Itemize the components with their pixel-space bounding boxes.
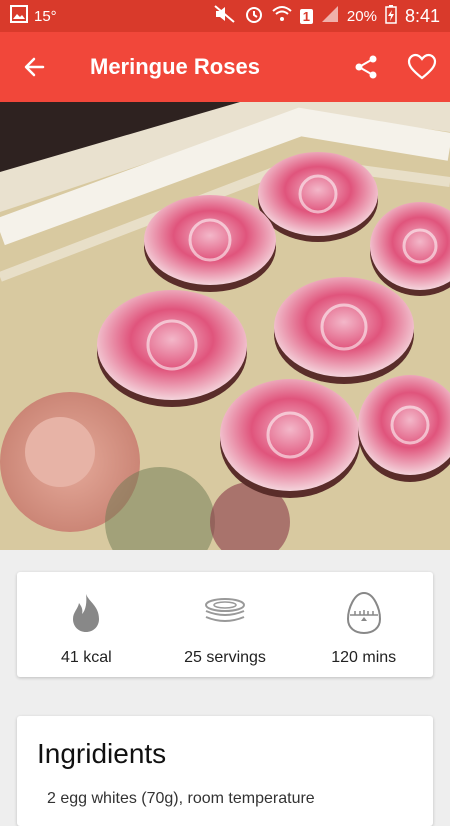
- wifi-icon: [272, 5, 292, 27]
- gallery-icon: [10, 5, 28, 27]
- ingredient-item: 2 egg whites (70g), room temperature: [47, 790, 315, 807]
- recipe-photo: [0, 102, 450, 550]
- page-title: Meringue Roses: [90, 54, 260, 79]
- favorite-button[interactable]: [394, 32, 450, 102]
- recipe-stats-card: 41 kcal 25 servings 120 mins: [17, 572, 433, 677]
- signal-icon: [321, 5, 339, 27]
- heart-outline-icon: [407, 53, 437, 80]
- battery-charging-icon: [385, 4, 397, 28]
- clock-time: 8:41: [404, 5, 440, 26]
- stat-calories-label: 41 kcal: [60, 649, 112, 666]
- mute-icon: [214, 5, 236, 27]
- ingredients-title: Ingridients: [37, 738, 167, 769]
- egg-timer-icon: [346, 589, 382, 637]
- stat-servings-label: 25 servings: [184, 649, 266, 666]
- sim-badge: 1: [299, 8, 313, 24]
- temperature-text: 15°: [34, 7, 57, 25]
- plates-icon: [204, 589, 246, 637]
- back-arrow-icon: [24, 57, 45, 77]
- stat-time: 120 mins: [294, 572, 433, 677]
- status-bar: 15° 1 20% 8:41: [0, 0, 450, 32]
- alarm-icon: [244, 4, 264, 28]
- back-button[interactable]: [0, 32, 70, 102]
- flame-icon: [69, 589, 103, 637]
- ingredients-card: Ingridients 2 egg whites (70g), room tem…: [17, 716, 433, 826]
- toolbar: Meringue Roses: [0, 32, 450, 102]
- share-button[interactable]: [338, 32, 394, 102]
- battery-text: 20%: [346, 7, 377, 25]
- stat-time-label: 120 mins: [331, 649, 397, 666]
- stat-calories: 41 kcal: [17, 572, 156, 677]
- stat-servings: 25 servings: [156, 572, 295, 677]
- share-icon: [355, 55, 377, 79]
